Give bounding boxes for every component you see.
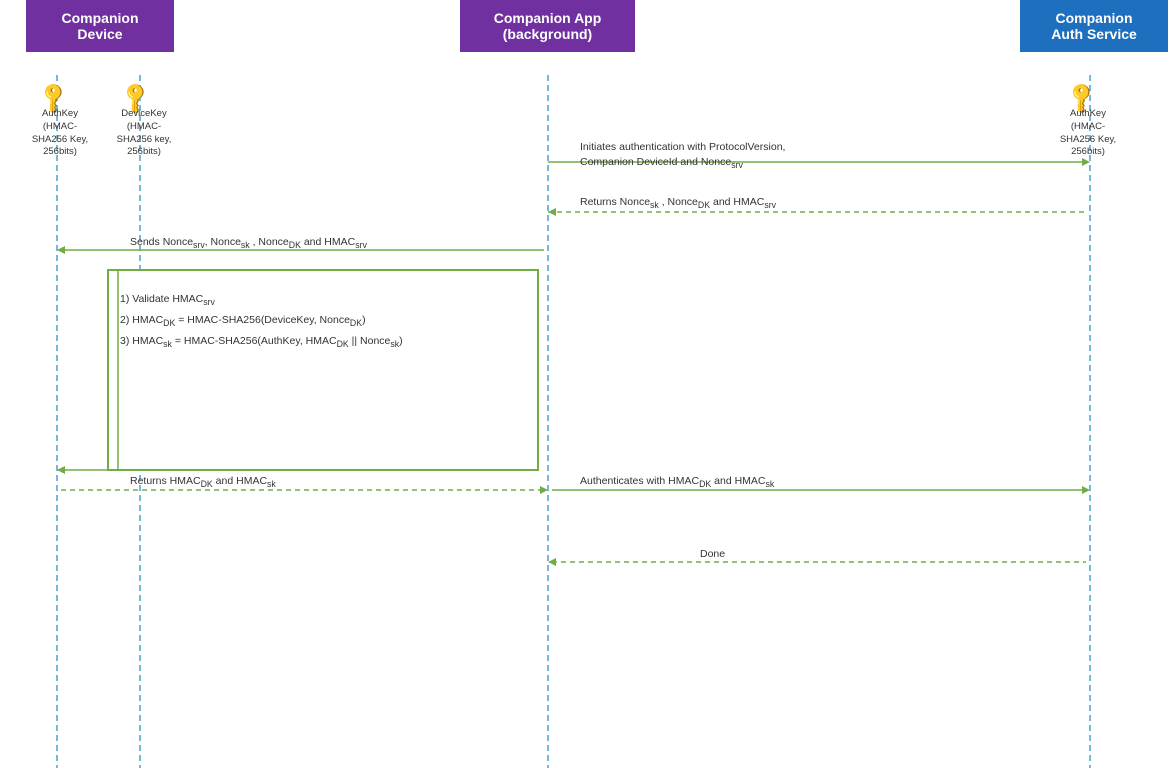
devicekey-device-label: DeviceKey(HMAC-SHA256 key,256bits) [104,108,184,159]
authkey-device-label: AuthKey(HMAC-SHA256 Key,256bits) [20,108,100,159]
msg4-label: Returns HMACDK and HMACsk [130,475,276,489]
actor-companion-auth: CompanionAuth Service [1020,0,1168,52]
msg1-label: Initiates authentication with ProtocolVe… [580,140,785,171]
authkey-auth-label: AuthKey(HMAC-SHA256 Key,256bits) [1048,108,1128,159]
msg6-label: Done [700,548,725,560]
actor-companion-app: Companion App(background) [460,0,635,52]
actor-companion-device: Companion Device [26,0,174,52]
sequence-diagram: Companion Device Companion App(backgroun… [0,0,1172,768]
process-box: 1) Validate HMACsrv 2) HMACDK = HMAC-SHA… [108,270,538,470]
msg2-label: Returns Noncesk , NonceDK and HMACsrv [580,196,776,210]
msg5-label: Authenticates with HMACDK and HMACsk [580,475,774,489]
msg3-label: Sends Noncesrv, Noncesk , NonceDK and HM… [130,236,367,250]
